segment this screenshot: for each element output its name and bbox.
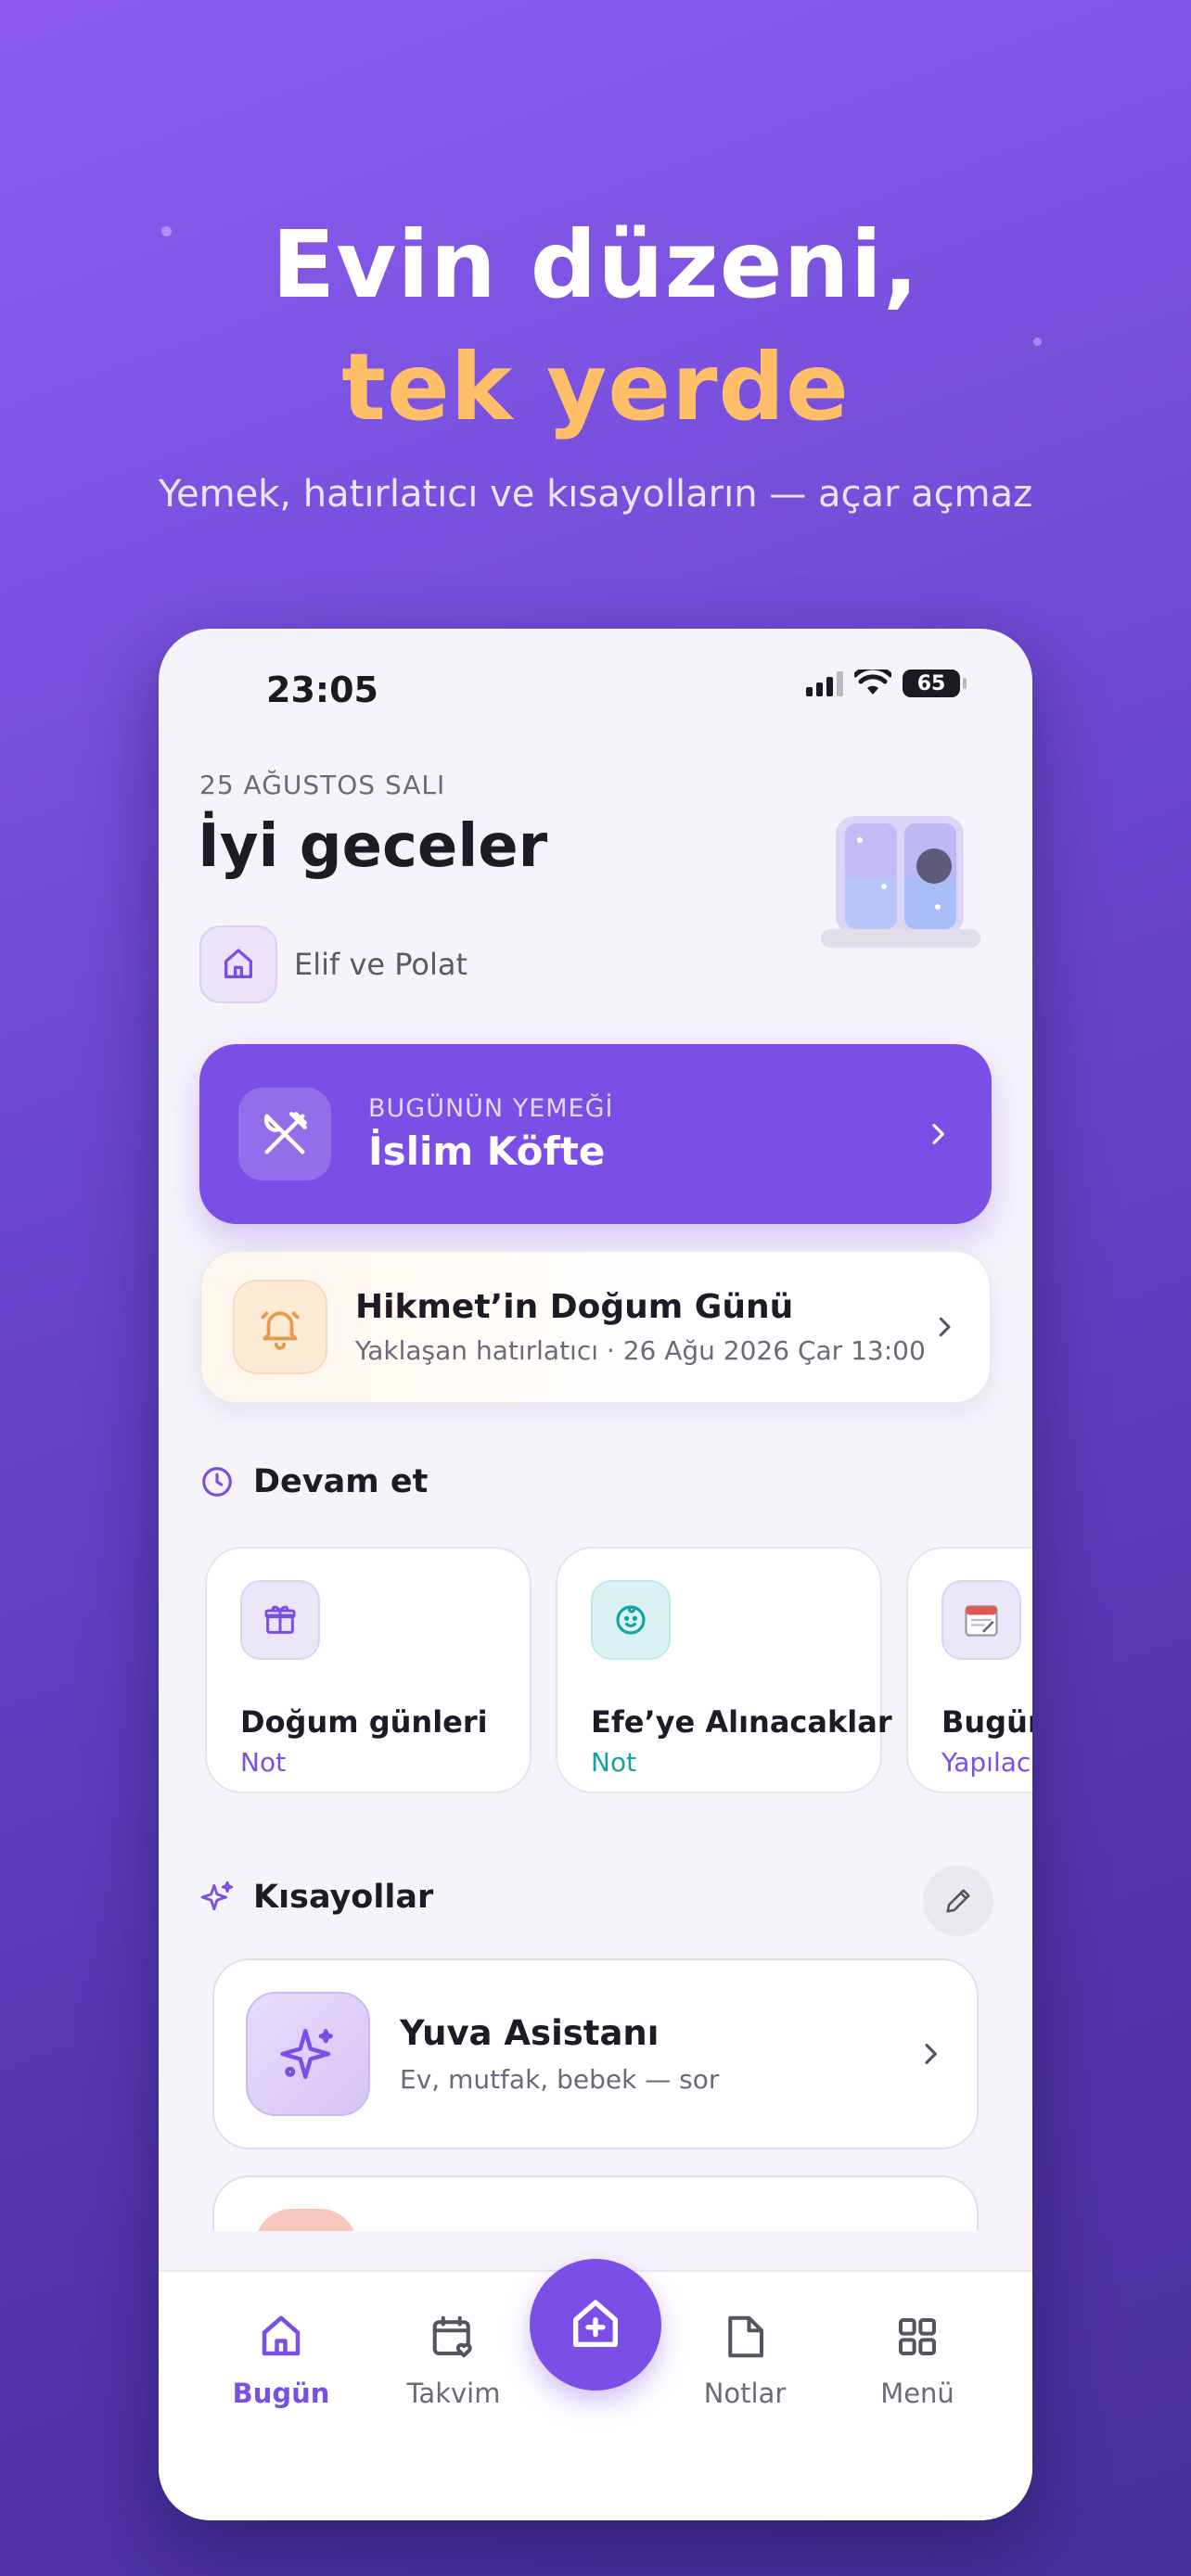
phone-screen: 23:05 65 25 AĞUSTOS SALI İyi geceler Eli… xyxy=(159,629,1032,2520)
shortcuts-section-header: Kısayollar xyxy=(199,1879,433,1916)
date-label: 25 AĞUSTOS SALI xyxy=(199,770,446,800)
upcoming-reminder-card[interactable]: Hikmet’in Doğum Günü Yaklaşan hatırlatıc… xyxy=(199,1250,992,1404)
add-home-fab-button[interactable] xyxy=(530,2259,661,2391)
status-bar: 23:05 65 xyxy=(159,629,1032,721)
tab-label: Bugün xyxy=(232,2378,330,2409)
status-icons: 65 xyxy=(806,670,967,697)
status-time: 23:05 xyxy=(266,670,378,710)
home-icon xyxy=(207,2309,355,2365)
shortcuts-section-title: Kısayollar xyxy=(253,1879,434,1916)
wifi-icon xyxy=(854,670,891,695)
shortcut-icon-partial xyxy=(255,2209,357,2231)
reminder-title: Hikmet’in Doğum Günü xyxy=(355,1288,794,1326)
meal-name: İslim Köfte xyxy=(368,1129,606,1174)
meal-label: BUGÜNÜN YEMEĞİ xyxy=(368,1094,614,1123)
bottom-tab-bar: Bugün Takvim Notlar Menü xyxy=(159,2259,1032,2520)
clock-icon xyxy=(202,1467,232,1497)
continue-card[interactable]: Bugün Yapılaca xyxy=(906,1547,1032,1793)
pencil-icon xyxy=(946,1889,970,1913)
todays-meal-card[interactable]: BUGÜNÜN YEMEĞİ İslim Köfte xyxy=(199,1044,992,1224)
shortcut-card-assistant[interactable]: Yuva Asistanı Ev, mutfak, bebek — sor xyxy=(212,1958,979,2149)
household-selector[interactable]: Elif ve Polat xyxy=(199,925,467,1003)
shortcut-title: Yuva Asistanı xyxy=(400,2013,660,2053)
baby-face-icon xyxy=(591,1580,671,1660)
continue-card[interactable]: Efe’ye Alınacaklar Not xyxy=(556,1547,892,1793)
continue-cards-row[interactable]: Doğum günleri Not Efe’ye Alınacaklar Not… xyxy=(205,1547,1032,1793)
calendar-note-icon xyxy=(941,1580,1021,1660)
continue-card-title: Efe’ye Alınacaklar xyxy=(591,1704,892,1740)
tab-menu[interactable]: Menü xyxy=(843,2309,992,2409)
hero-title-line1: Evin düzeni, xyxy=(271,210,920,319)
hero-title-line2: tek yerde xyxy=(341,333,850,441)
tab-label: Menü xyxy=(880,2378,954,2409)
calendar-heart-icon xyxy=(379,2309,528,2365)
continue-card-title: Doğum günleri xyxy=(240,1704,488,1740)
shortcut-card-partial[interactable] xyxy=(212,2175,979,2231)
fork-knife-icon xyxy=(238,1088,331,1180)
reminder-subtitle: Yaklaşan hatırlatıcı · 26 Ağu 2026 Çar 1… xyxy=(355,1335,926,1366)
house-icon xyxy=(199,925,277,1003)
greeting-title: İyi geceler xyxy=(198,812,548,881)
chevron-right-icon xyxy=(925,2044,937,2064)
continue-section-title: Devam et xyxy=(253,1463,429,1500)
continue-card-type: Not xyxy=(591,1747,637,1778)
continue-card-type: Not xyxy=(240,1747,287,1778)
tab-label: Takvim xyxy=(406,2378,501,2409)
sparkles-icon xyxy=(200,1881,234,1911)
house-plus-icon xyxy=(573,2300,618,2347)
continue-section-header: Devam et xyxy=(199,1463,428,1500)
continue-card-type: Yapılaca xyxy=(941,1747,1032,1778)
tab-today[interactable]: Bugün xyxy=(207,2309,355,2409)
hero-subtitle: Yemek, hatırlatıcı ve kısayolların — aça… xyxy=(158,473,1033,516)
tab-notes[interactable]: Notlar xyxy=(671,2309,819,2409)
edit-shortcuts-button[interactable] xyxy=(923,1866,993,1936)
grid-icon xyxy=(843,2309,992,2365)
gift-icon xyxy=(240,1580,320,1660)
tab-calendar[interactable]: Takvim xyxy=(379,2309,528,2409)
tab-label: Notlar xyxy=(703,2378,787,2409)
note-icon xyxy=(671,2309,819,2365)
night-window-illustration xyxy=(821,816,980,948)
chevron-right-icon xyxy=(932,1124,944,1144)
chevron-right-icon xyxy=(939,1317,951,1337)
signal-icon xyxy=(806,670,843,696)
continue-card-title: Bugün xyxy=(941,1704,1032,1740)
battery-level: 65 xyxy=(916,671,946,695)
battery-icon: 65 xyxy=(903,670,967,697)
bell-icon xyxy=(233,1280,327,1374)
continue-card[interactable]: Doğum günleri Not xyxy=(205,1547,531,1793)
shortcut-subtitle: Ev, mutfak, bebek — sor xyxy=(400,2064,720,2095)
household-name: Elif ve Polat xyxy=(294,947,468,982)
hero: Evin düzeni, tek yerde Yemek, hatırlatıc… xyxy=(0,204,1191,516)
sparkle-icon xyxy=(246,1992,370,2116)
